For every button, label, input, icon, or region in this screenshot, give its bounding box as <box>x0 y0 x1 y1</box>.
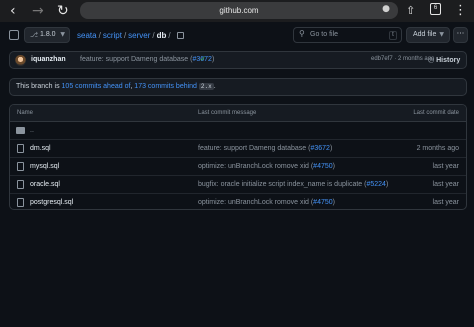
commits-behind-link[interactable]: 173 commits behind <box>134 83 197 90</box>
table-header: Name Last commit message Last commit dat… <box>10 105 466 122</box>
file-icon <box>17 162 24 171</box>
back-icon[interactable]: ‹ <box>10 2 16 20</box>
forward-icon[interactable]: → <box>32 2 44 20</box>
folder-icon <box>16 127 25 134</box>
reload-icon[interactable]: ↻ <box>57 2 69 20</box>
breadcrumb-seata[interactable]: seata <box>77 31 97 40</box>
parent-directory-link[interactable]: .. <box>30 127 34 134</box>
tab-count-button[interactable]: 6 <box>430 3 441 15</box>
check-icon[interactable]: ✓ <box>200 55 206 63</box>
file-commit-message[interactable]: bugfix: oracle initialize script index_n… <box>198 181 388 188</box>
file-table: Name Last commit message Last commit dat… <box>9 104 467 210</box>
upstream-branch-chip[interactable]: 2.x <box>198 83 214 90</box>
commit-message[interactable]: feature: support Dameng database (#3672) <box>80 56 214 63</box>
breadcrumb-current: db <box>156 31 167 40</box>
file-commit-message[interactable]: feature: support Dameng database (#3672) <box>198 145 332 152</box>
menu-icon[interactable]: ⋮ <box>454 2 467 20</box>
header-name: Name <box>17 110 34 116</box>
commit-sha-time[interactable]: edb7ef7 · 2 months ago <box>371 56 434 62</box>
file-commit-message[interactable]: optimize: unBranchLock romove xid (#4750… <box>198 199 335 206</box>
breadcrumb-script[interactable]: script <box>103 31 122 40</box>
more-options-button[interactable]: ··· <box>453 27 468 43</box>
branch-icon: ⎇ <box>30 31 39 39</box>
file-toolbar: ⎇ 1.8.0 ▼ seata / script / server / db / ⚲ Go t… <box>0 22 474 50</box>
file-icon <box>17 198 24 207</box>
commits-ahead-link[interactable]: 105 commits ahead of <box>62 83 131 90</box>
branch-status-bar: This branch is 105 commits ahead of, 173… <box>9 78 467 96</box>
history-icon: ◷ <box>428 56 435 64</box>
table-row[interactable]: postgresql.sql optimize: unBranchLock ro… <box>10 194 466 209</box>
header-last-commit-message: Last commit message <box>198 110 257 116</box>
table-row[interactable]: dm.sql feature: support Dameng database … <box>10 140 466 158</box>
file-name[interactable]: postgresql.sql <box>30 199 73 206</box>
branch-label: 1.8.0 <box>40 31 56 38</box>
header-last-commit-date: Last commit date <box>413 110 459 116</box>
branch-status-text: This branch is 105 commits ahead of, 173… <box>16 83 216 90</box>
file-icon <box>17 180 24 189</box>
search-icon: ⚲ <box>299 29 305 38</box>
latest-commit-bar: iquanzhan feature: support Dameng databa… <box>9 51 467 69</box>
microphone-icon[interactable]: ● <box>382 4 390 14</box>
file-commit-date: last year <box>432 163 459 170</box>
browser-toolbar: ‹ → ↻ github.com ● ⇧ 6 ⋮ <box>0 0 474 22</box>
commit-author[interactable]: iquanzhan <box>31 56 66 63</box>
table-row[interactable]: oracle.sql bugfix: oracle initialize scr… <box>10 176 466 194</box>
history-button[interactable]: ◷ History <box>428 56 460 64</box>
chevron-down-icon: ▼ <box>60 31 65 38</box>
go-to-file-placeholder: Go to file <box>310 31 339 38</box>
file-commit-message[interactable]: optimize: unBranchLock romove xid (#4750… <box>198 163 335 170</box>
avatar[interactable] <box>15 55 26 66</box>
file-name[interactable]: mysql.sql <box>30 163 59 170</box>
go-to-file-input[interactable]: ⚲ Go to file t <box>293 27 402 43</box>
breadcrumb: seata / script / server / db / <box>77 31 184 40</box>
file-name[interactable]: dm.sql <box>30 145 51 152</box>
table-row[interactable]: mysql.sql optimize: unBranchLock romove … <box>10 158 466 176</box>
add-file-button[interactable]: Add file ▼ <box>406 27 450 43</box>
chevron-down-icon: ▼ <box>439 31 444 38</box>
shortcut-key: t <box>389 31 397 40</box>
share-icon[interactable]: ⇧ <box>406 2 415 20</box>
file-commit-date: last year <box>432 181 459 188</box>
file-commit-date: 2 months ago <box>416 145 459 152</box>
branch-selector[interactable]: ⎇ 1.8.0 ▼ <box>24 27 70 43</box>
file-commit-date: last year <box>432 199 459 206</box>
parent-directory-row[interactable]: .. <box>10 122 466 140</box>
address-bar[interactable]: github.com ● <box>80 2 398 19</box>
add-file-label: Add file <box>413 31 437 38</box>
copy-path-icon[interactable] <box>176 32 184 39</box>
url-text: github.com <box>219 6 259 15</box>
file-name[interactable]: oracle.sql <box>30 181 60 188</box>
file-icon <box>17 144 24 153</box>
sidebar-toggle-icon[interactable] <box>9 30 19 40</box>
breadcrumb-server[interactable]: server <box>128 31 150 40</box>
